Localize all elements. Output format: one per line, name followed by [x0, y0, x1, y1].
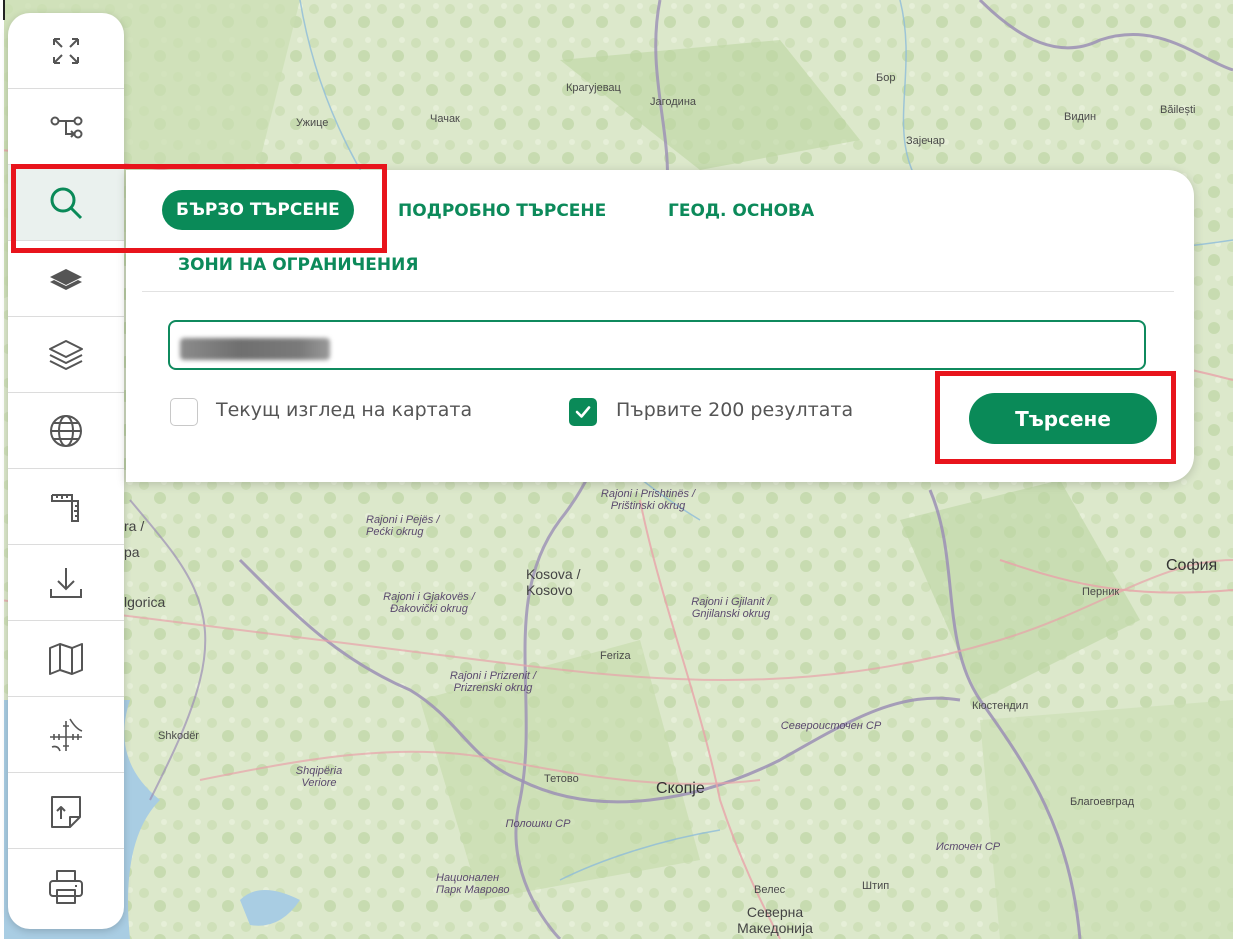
fullscreen-button[interactable] [8, 13, 124, 89]
map-button[interactable] [8, 621, 124, 697]
window-edge [0, 0, 4, 939]
download-icon [50, 567, 82, 598]
map-label: Бор [876, 72, 896, 84]
map-label: Зајечар [906, 135, 945, 147]
route-button[interactable] [8, 89, 124, 165]
map-label: Kosova / Kosovo [526, 566, 581, 598]
map-label: Shqipëria Veriore [295, 765, 343, 789]
map-label: Перник [1082, 586, 1120, 598]
map-label: ra / [124, 518, 145, 534]
coordinates-icon [50, 718, 83, 751]
coordinates-button[interactable] [8, 697, 124, 773]
map-label: София [1166, 557, 1218, 574]
map-label: Северна Македонија [737, 904, 813, 936]
map-toolbar [8, 13, 124, 929]
map-label: lgorica [124, 594, 166, 610]
map-label: Скопје [656, 780, 705, 797]
first-200-label: Първите 200 резултата [616, 399, 854, 421]
measure-icon [51, 493, 79, 522]
map-label: Јагодина [650, 96, 697, 108]
layers-filled-icon [50, 268, 82, 290]
current-view-checkbox[interactable] [170, 398, 198, 426]
fullscreen-icon [53, 37, 79, 64]
search-icon [50, 187, 83, 219]
map-label: Чачак [430, 113, 460, 125]
current-view-label: Текущ изглед на картата [216, 399, 473, 421]
tab-quick-search[interactable]: БЪРЗО ТЪРСЕНЕ [162, 190, 354, 230]
first-200-checkbox[interactable] [569, 398, 597, 426]
redacted-query [180, 338, 330, 360]
search-panel: БЪРЗО ТЪРСЕНЕ ПОДРОБНО ТЪРСЕНЕ ГЕОД. ОСН… [126, 170, 1194, 482]
map-label: Rajoni i Gjilanit / Gnjilanski okrug [691, 596, 771, 620]
map-label: Источен СР [935, 841, 1001, 853]
tab-geod-base[interactable]: ГЕОД. ОСНОВА [668, 201, 814, 221]
map-label: Тетово [544, 773, 579, 785]
map-label: Rajoni i Pejës / Pećki okrug [366, 514, 440, 538]
globe-button[interactable] [8, 393, 124, 469]
map-label: Видин [1064, 111, 1097, 123]
window-edge-marker [3, 0, 5, 20]
map-label: Rajoni i Prizrenit / Prizrenski okrug [449, 670, 537, 694]
map-label: Băilești [1160, 104, 1196, 116]
print-icon [49, 870, 83, 904]
map-label: Rajoni i Prishtinës / Prištinski okrug [600, 488, 696, 512]
map-label: Велес [754, 884, 786, 896]
print-button[interactable] [8, 849, 124, 925]
map-label: pa [124, 544, 140, 560]
map-label: Feriza [600, 650, 631, 662]
route-icon [50, 116, 83, 138]
map-label: Rajoni i Gjakovës / Đakovički okrug [383, 591, 475, 615]
map-label: Полошки СР [505, 818, 571, 830]
measure-button[interactable] [8, 469, 124, 545]
upload-file-button[interactable] [8, 773, 124, 849]
map-label: Крагујевац [566, 82, 621, 94]
tab-detailed-search[interactable]: ПОДРОБНО ТЪРСЕНЕ [398, 201, 606, 221]
search-tool-button[interactable] [8, 165, 124, 241]
download-button[interactable] [8, 545, 124, 621]
upload-file-icon [51, 795, 81, 828]
map-label: Ужице [296, 117, 329, 129]
globe-icon [50, 414, 82, 447]
layers-button[interactable] [8, 317, 124, 393]
search-button[interactable]: Търсене [969, 393, 1157, 444]
basemap-layers-button[interactable] [8, 241, 124, 317]
tabs-divider [142, 291, 1174, 292]
checkmark-icon [575, 406, 591, 418]
map-label: Кюстендил [972, 700, 1029, 712]
map-label: Штип [862, 880, 890, 892]
layers-outline-icon [49, 339, 83, 370]
map-label: Национален Парк Маврово [436, 872, 510, 896]
map-label: Благоевград [1070, 796, 1135, 808]
map-label: Shkodër [158, 730, 199, 742]
map-label: Североисточен СР [780, 720, 882, 732]
map-icon [49, 642, 83, 675]
tab-restriction-zones[interactable]: ЗОНИ НА ОГРАНИЧЕНИЯ [178, 255, 418, 275]
